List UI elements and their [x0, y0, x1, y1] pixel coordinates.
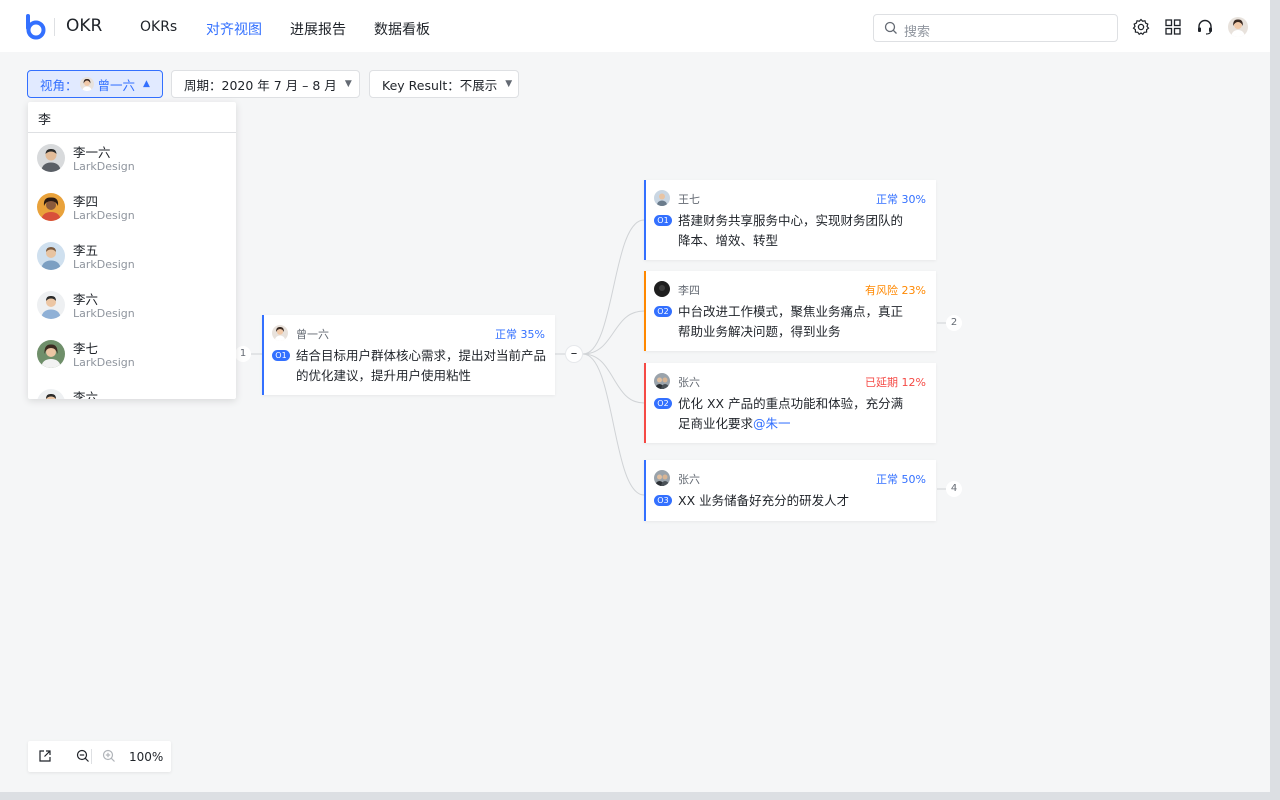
dropdown-option[interactable]: 李一六 LarkDesign — [28, 133, 236, 182]
objective-text: 中台改进工作模式，聚焦业务痛点，真正帮助业务解决问题，得到业务 — [678, 304, 904, 339]
child-objective-card-1[interactable]: 王七 正常 30% O1 搭建财务共享服务中心，实现财务团队的降本、增效、转型 — [644, 180, 936, 260]
app-window: OKR OKRs 对齐视图 进展报告 数据看板 搜索 视角： 曾一六 ▲ 周期：… — [0, 0, 1270, 792]
owner-name: 曾一六 — [296, 328, 329, 341]
owner-avatar — [654, 470, 670, 486]
objective-text: XX 业务储备好充分的研发人才 — [678, 493, 850, 508]
child-objective-card-4[interactable]: 张六 正常 50% O3 XX 业务储备好充分的研发人才 — [644, 460, 936, 521]
status-bar — [644, 460, 646, 521]
objective-text-body: 优化 XX 产品的重点功能和体验，充分满足商业化要求 — [678, 396, 904, 431]
child-count-badge[interactable]: 2 — [946, 315, 962, 331]
child-objective-card-2[interactable]: 李四 有风险 23% O2 中台改进工作模式，聚焦业务痛点，真正帮助业务解决问题… — [644, 271, 936, 351]
objective-text: 结合目标用户群体核心需求，提出对当前产品的优化建议，提升用户使用粘性 — [296, 348, 547, 383]
export-icon[interactable] — [38, 749, 52, 763]
owner-name: 王七 — [678, 193, 700, 206]
status-bar — [644, 363, 646, 443]
status-bar — [644, 271, 646, 351]
dropdown-option[interactable]: 李六 LarkDesign — [28, 280, 236, 329]
option-team: LarkDesign — [73, 307, 135, 320]
root-parent-count[interactable]: 1 — [235, 346, 251, 362]
objective-tag: O2 — [654, 398, 672, 409]
option-avatar — [37, 389, 65, 399]
option-avatar — [37, 340, 65, 368]
zoom-level: 100% — [129, 750, 164, 764]
owner-name: 张六 — [678, 473, 700, 486]
option-name: 李五 — [73, 243, 99, 258]
status-bar — [644, 180, 646, 260]
option-team: LarkDesign — [73, 258, 135, 271]
child-count-badge[interactable]: 4 — [946, 481, 962, 497]
status-progress: 正常 50% — [876, 473, 926, 486]
owner-avatar — [654, 281, 670, 297]
child-objective-card-3[interactable]: 张六 已延期 12% O2 优化 XX 产品的重点功能和体验，充分满足商业化要求… — [644, 363, 936, 443]
status-progress: 正常 30% — [876, 193, 926, 206]
objective-tag: O1 — [654, 215, 672, 226]
dropdown-option[interactable]: 李四 LarkDesign — [28, 182, 236, 231]
option-team: LarkDesign — [73, 356, 135, 369]
dropdown-option[interactable]: 李五 LarkDesign — [28, 231, 236, 280]
option-name: 李四 — [73, 194, 99, 209]
objective-text: 优化 XX 产品的重点功能和体验，充分满足商业化要求@朱一 — [678, 394, 910, 434]
status-progress: 有风险 23% — [865, 284, 926, 297]
zoom-toolbar: 100% — [28, 741, 171, 772]
root-objective-card[interactable]: 曾一六 正常 35% O1 结合目标用户群体核心需求，提出对当前产品的优化建议，… — [262, 315, 555, 395]
owner-name: 张六 — [678, 376, 700, 389]
mention-link[interactable]: @朱一 — [753, 416, 791, 431]
zoom-out-icon[interactable] — [76, 749, 90, 763]
status-bar — [262, 315, 264, 395]
option-avatar — [37, 242, 65, 270]
objective-tag: O1 — [272, 350, 290, 361]
dropdown-option[interactable]: 李六 — [28, 378, 236, 399]
option-avatar — [37, 291, 65, 319]
dropdown-option[interactable]: 李七 LarkDesign — [28, 329, 236, 378]
status-progress: 已延期 12% — [865, 376, 926, 389]
dropdown-search-input[interactable]: 李 — [28, 102, 236, 133]
option-name: 李一六 — [73, 145, 111, 160]
zoom-in-icon[interactable] — [102, 749, 116, 763]
option-avatar — [37, 144, 65, 172]
owner-name: 李四 — [678, 284, 700, 297]
toolbar-divider — [91, 749, 92, 764]
perspective-dropdown: 李 李一六 LarkDesign 李四 LarkDesign 李五 LarkDe… — [28, 102, 236, 399]
owner-avatar — [654, 373, 670, 389]
status-progress: 正常 35% — [495, 328, 545, 341]
option-team: LarkDesign — [73, 160, 135, 173]
option-name: 李七 — [73, 341, 99, 356]
owner-avatar — [654, 190, 670, 206]
option-team: LarkDesign — [73, 209, 135, 222]
objective-tag: O2 — [654, 306, 672, 317]
option-name: 李六 — [73, 292, 99, 307]
option-avatar — [37, 193, 65, 221]
objective-text: 搭建财务共享服务中心，实现财务团队的降本、增效、转型 — [678, 213, 904, 248]
owner-avatar — [272, 325, 288, 341]
collapse-toggle-button[interactable]: – — [565, 345, 583, 363]
option-name: 李六 — [73, 390, 99, 399]
objective-tag: O3 — [654, 495, 672, 506]
